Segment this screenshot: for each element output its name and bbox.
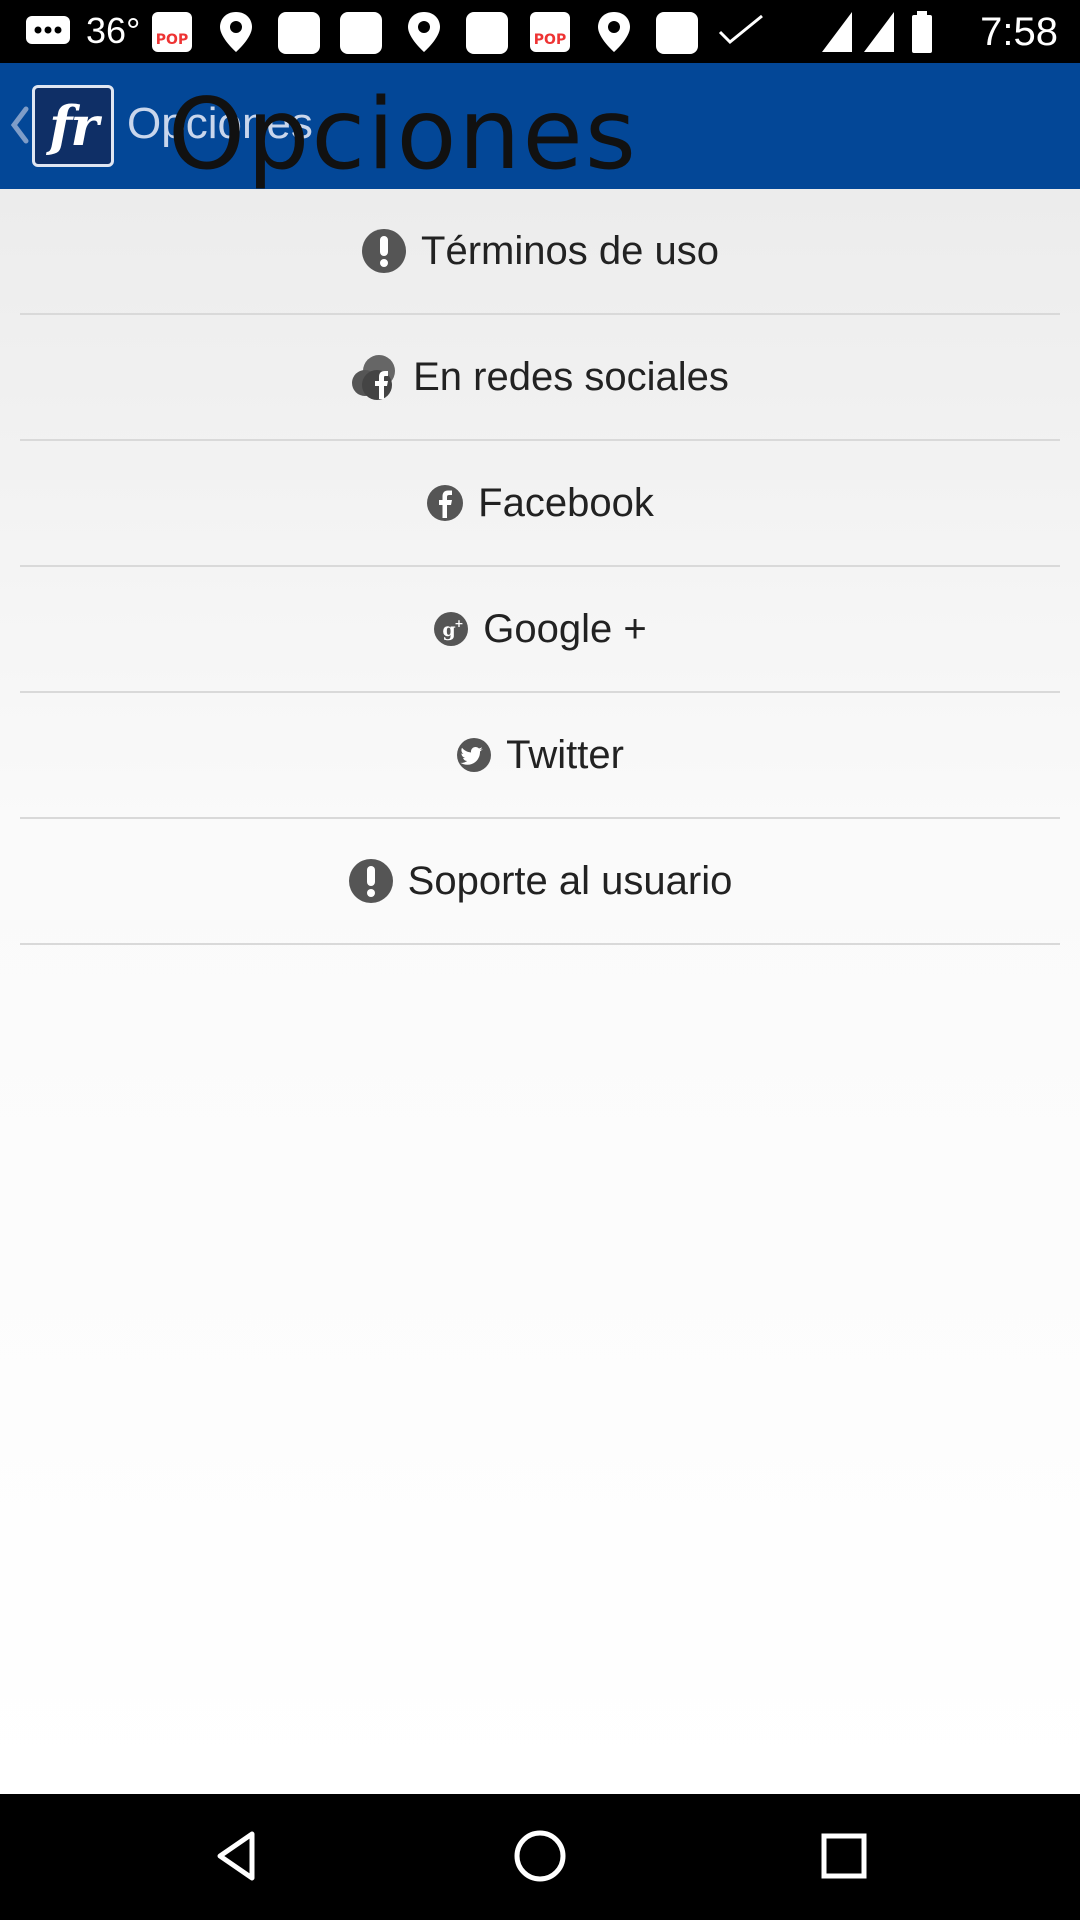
location-icon [220, 12, 252, 52]
recents-nav-icon[interactable] [812, 1824, 876, 1888]
pop-app-icon: POP [152, 12, 192, 52]
back-nav-icon[interactable] [206, 1824, 270, 1888]
back-chevron-icon[interactable] [8, 105, 30, 145]
twitter-icon [456, 737, 492, 773]
app-icon [340, 12, 382, 54]
options-content: Términos de uso En redes sociales Facebo… [0, 189, 1080, 1794]
pop-app-icon: POP [530, 12, 570, 52]
facebook-icon [426, 484, 464, 522]
menu-item-terms[interactable]: Términos de uso [20, 189, 1060, 315]
app-icon [656, 12, 698, 54]
menu-item-label: Twitter [506, 732, 624, 777]
menu-item-support[interactable]: Soporte al usuario [20, 819, 1060, 945]
status-bar: 36° POP POP 7:58 [0, 0, 1080, 63]
options-list: Términos de uso En redes sociales Facebo… [20, 189, 1060, 945]
menu-item-label: Términos de uso [421, 228, 719, 273]
navigation-bar [0, 1794, 1080, 1920]
info-icon [361, 228, 407, 274]
overlay-title: Opciones [168, 78, 638, 192]
check-icon [718, 14, 763, 45]
app-icon [278, 12, 320, 54]
menu-item-label: Soporte al usuario [407, 858, 733, 903]
google-plus-icon: g + [433, 611, 469, 647]
temperature-text: 36° [86, 10, 141, 51]
menu-item-label: En redes sociales [413, 354, 729, 399]
app-logo[interactable]: fr [32, 85, 114, 167]
app-icon [466, 12, 508, 54]
svg-text:POP: POP [156, 32, 188, 48]
menu-item-label: Google + [483, 606, 647, 651]
cell-signal-icon [864, 12, 894, 52]
menu-item-twitter[interactable]: Twitter [20, 693, 1060, 819]
svg-text:+: + [455, 617, 464, 630]
app-logo-text: fr [49, 94, 99, 158]
menu-item-label: Facebook [478, 480, 654, 525]
location-icon [408, 12, 440, 52]
home-nav-icon[interactable] [508, 1824, 572, 1888]
menu-item-social[interactable]: En redes sociales [20, 315, 1060, 441]
battery-icon [912, 11, 932, 53]
message-icon [26, 16, 70, 44]
wifi-signal-icon [822, 12, 852, 52]
menu-item-facebook[interactable]: Facebook [20, 441, 1060, 567]
svg-text:POP: POP [534, 32, 566, 48]
clock-text: 7:58 [980, 10, 1058, 54]
menu-item-google-plus[interactable]: g + Google + [20, 567, 1060, 693]
location-icon [598, 12, 630, 52]
info-icon [348, 858, 394, 904]
social-icon [351, 353, 399, 401]
